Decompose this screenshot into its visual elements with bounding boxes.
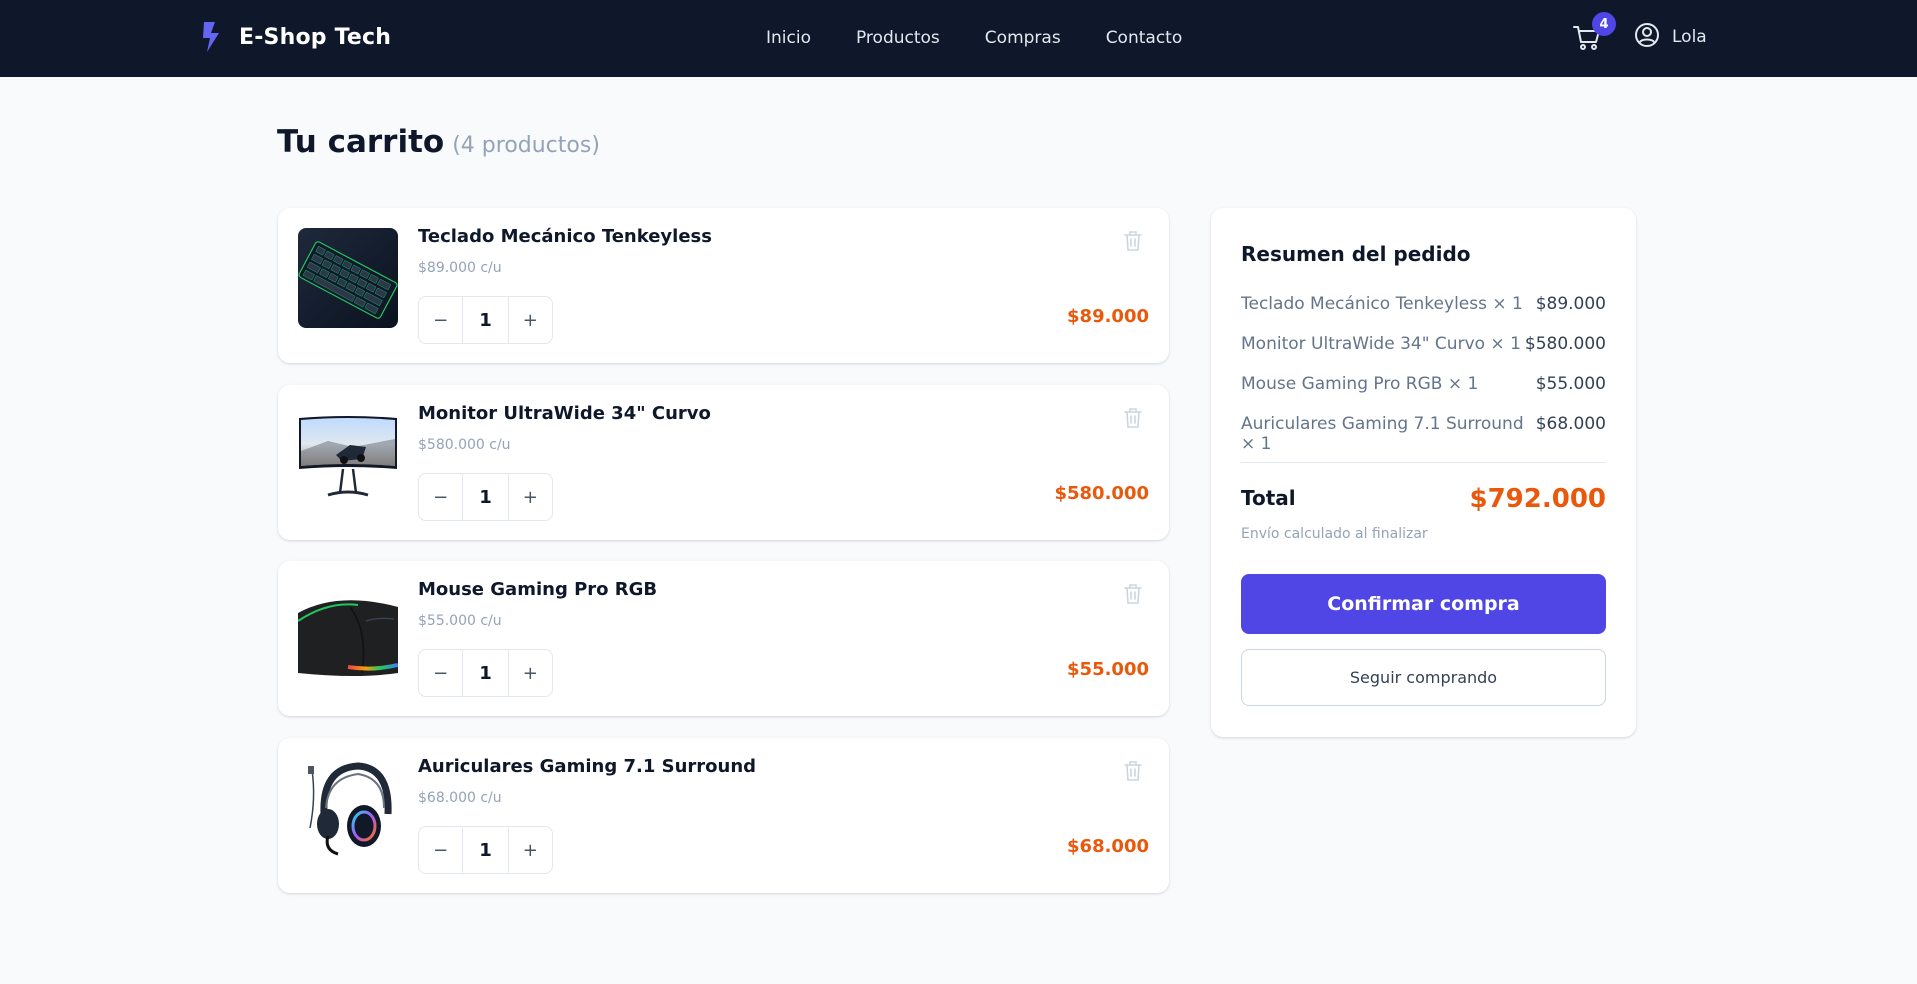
cart-button[interactable]: 4 (1572, 12, 1616, 56)
confirm-purchase-button[interactable]: Confirmar compra (1241, 574, 1606, 634)
summary-line-label: Auriculares Gaming 7.1 Surround × 1 (1241, 414, 1524, 454)
main-nav: Inicio Productos Compras Contacto (766, 24, 1182, 52)
item-name: Auriculares Gaming 7.1 Surround (418, 756, 757, 777)
quantity-stepper: − 1 + (418, 649, 553, 697)
cart-item: Mouse Gaming Pro RGB $55.000 c/u − 1 + $… (278, 561, 1169, 716)
summary-line-value: $55.000 (1535, 374, 1606, 394)
cart-count-badge: 4 (1592, 12, 1616, 36)
page-heading: Tu carrito (277, 124, 445, 160)
trash-icon[interactable] (1124, 230, 1144, 252)
shopping-cart-icon (1572, 26, 1602, 56)
trash-icon[interactable] (1124, 407, 1144, 429)
summary-title: Resumen del pedido (1241, 242, 1471, 266)
continue-shopping-button[interactable]: Seguir comprando (1241, 649, 1606, 706)
increase-quantity-button[interactable]: + (509, 474, 552, 520)
summary-line: Teclado Mecánico Tenkeyless × 1 $89.000 (1241, 294, 1606, 314)
quantity-stepper: − 1 + (418, 826, 553, 874)
user-circle-icon (1634, 22, 1672, 52)
summary-line-label: Monitor UltraWide 34" Curvo × 1 (1241, 334, 1521, 354)
product-image-keyboard (298, 228, 398, 328)
decrease-quantity-button[interactable]: − (419, 650, 462, 696)
summary-line: Auriculares Gaming 7.1 Surround × 1 $68.… (1241, 414, 1606, 454)
page-title: Tu carrito (4 productos) (277, 124, 600, 160)
nav-link-productos[interactable]: Productos (856, 28, 940, 48)
increase-quantity-button[interactable]: + (509, 650, 552, 696)
item-unit-price: $89.000 c/u (418, 260, 502, 276)
user-name: Lola (1672, 27, 1707, 47)
decrease-quantity-button[interactable]: − (419, 297, 462, 343)
item-count-label: (4 productos) (452, 133, 600, 158)
item-total-price: $55.000 (1067, 659, 1149, 680)
summary-line-value: $89.000 (1535, 294, 1606, 314)
quantity-value: 1 (462, 827, 509, 873)
lightning-bolt-icon (200, 20, 224, 54)
decrease-quantity-button[interactable]: − (419, 827, 462, 873)
summary-line-label: Teclado Mecánico Tenkeyless × 1 (1241, 294, 1523, 314)
item-name: Monitor UltraWide 34" Curvo (418, 403, 711, 424)
increase-quantity-button[interactable]: + (509, 827, 552, 873)
summary-divider (1241, 462, 1606, 463)
quantity-value: 1 (462, 297, 509, 343)
nav-link-inicio[interactable]: Inicio (766, 28, 811, 48)
increase-quantity-button[interactable]: + (509, 297, 552, 343)
nav-link-contacto[interactable]: Contacto (1106, 28, 1183, 48)
summary-line-value: $68.000 (1535, 414, 1606, 434)
total-value: $792.000 (1469, 484, 1606, 514)
trash-icon[interactable] (1124, 583, 1144, 605)
product-image-headset (298, 758, 398, 858)
brand-logo-link[interactable]: E-Shop Tech (200, 20, 391, 54)
summary-line: Monitor UltraWide 34" Curvo × 1 $580.000 (1241, 334, 1606, 354)
nav-link-compras[interactable]: Compras (985, 28, 1061, 48)
navbar: E-Shop Tech Inicio Productos Compras Con… (0, 0, 1917, 77)
product-image-mouse (298, 581, 398, 681)
total-label: Total (1241, 486, 1296, 510)
item-name: Mouse Gaming Pro RGB (418, 579, 658, 600)
quantity-stepper: − 1 + (418, 473, 553, 521)
cart-item: Auriculares Gaming 7.1 Surround $68.000 … (278, 738, 1169, 893)
item-total-price: $580.000 (1054, 483, 1149, 504)
trash-icon[interactable] (1124, 760, 1144, 782)
item-unit-price: $55.000 c/u (418, 613, 502, 629)
summary-line: Mouse Gaming Pro RGB × 1 $55.000 (1241, 374, 1606, 394)
product-image-monitor (298, 405, 398, 505)
summary-line-value: $580.000 (1524, 334, 1606, 354)
quantity-stepper: − 1 + (418, 296, 553, 344)
item-total-price: $89.000 (1067, 306, 1149, 327)
item-unit-price: $580.000 c/u (418, 437, 511, 453)
item-total-price: $68.000 (1067, 836, 1149, 857)
summary-line-label: Mouse Gaming Pro RGB × 1 (1241, 374, 1479, 394)
decrease-quantity-button[interactable]: − (419, 474, 462, 520)
quantity-value: 1 (462, 474, 509, 520)
quantity-value: 1 (462, 650, 509, 696)
brand-name: E-Shop Tech (239, 24, 392, 50)
order-summary: Resumen del pedido Teclado Mecánico Tenk… (1211, 208, 1636, 737)
item-unit-price: $68.000 c/u (418, 790, 502, 806)
item-name: Teclado Mecánico Tenkeyless (418, 226, 712, 247)
cart-item: Teclado Mecánico Tenkeyless $89.000 c/u … (278, 208, 1169, 363)
cart-item: Monitor UltraWide 34" Curvo $580.000 c/u… (278, 385, 1169, 540)
user-menu-button[interactable]: Lola (1634, 22, 1707, 52)
shipping-note: Envío calculado al finalizar (1241, 526, 1428, 542)
